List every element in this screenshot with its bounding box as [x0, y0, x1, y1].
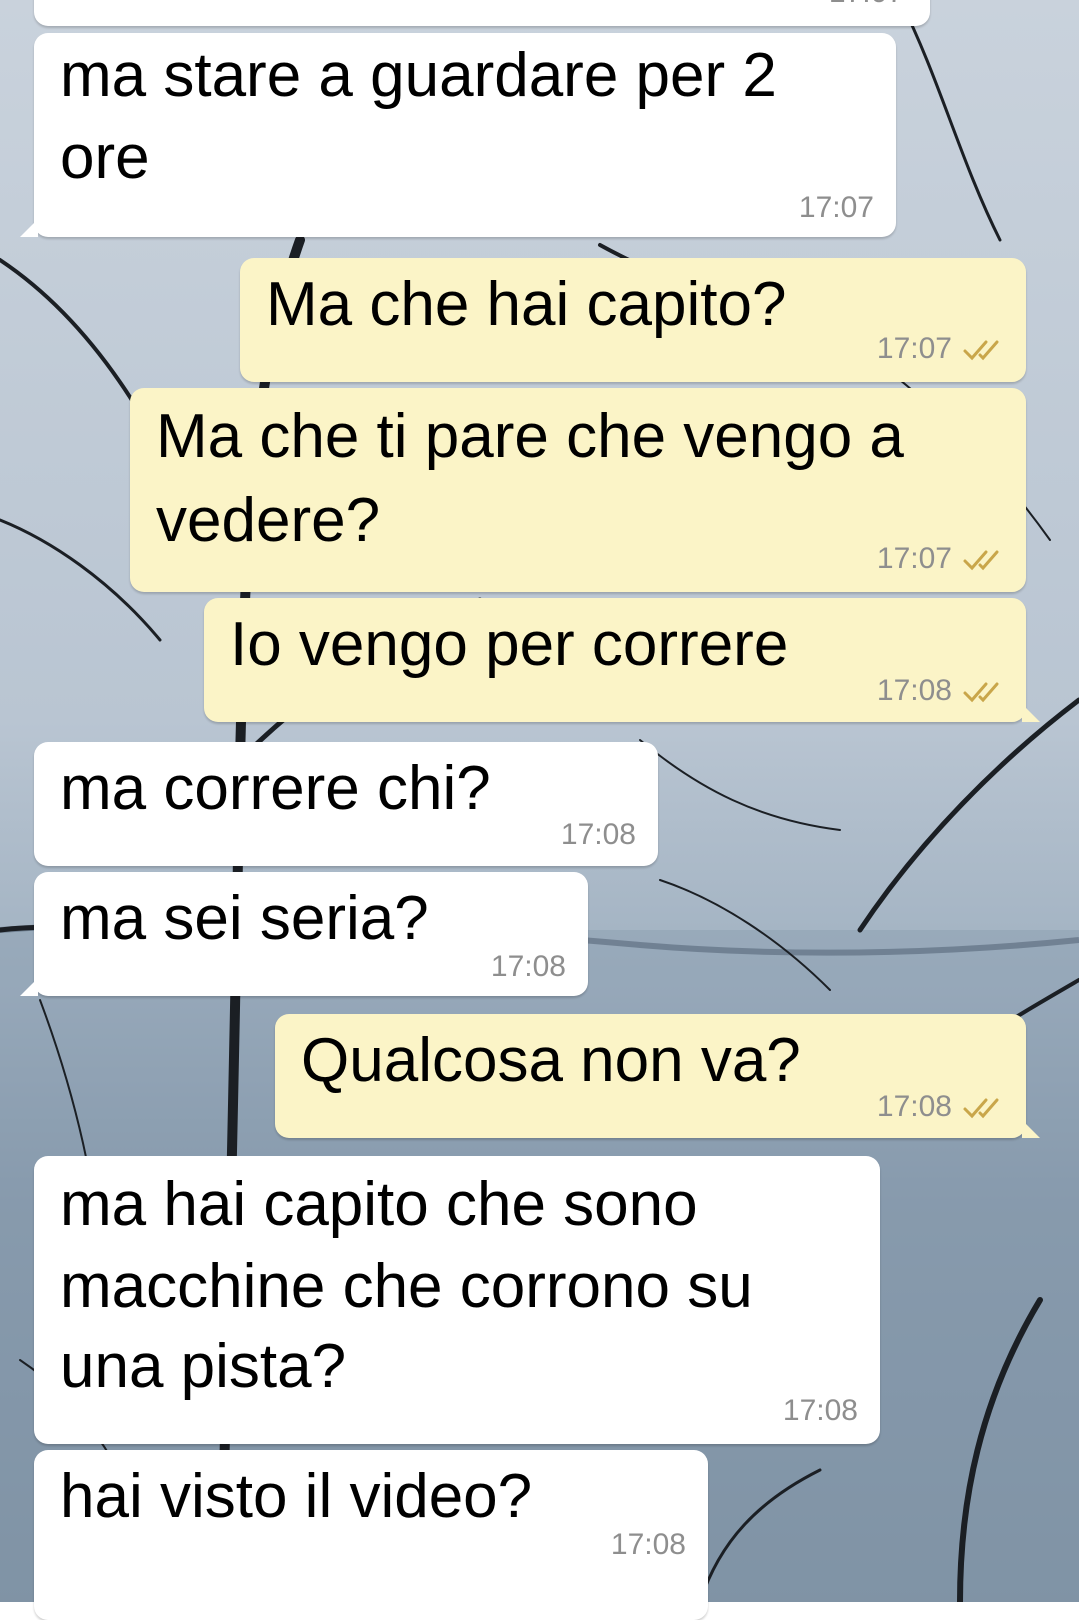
- message-timestamp: 17:07: [876, 332, 952, 365]
- message-text: ore: [60, 123, 150, 192]
- message-meta: 17:07: [829, 0, 904, 10]
- message-meta: 17:08: [491, 950, 566, 984]
- message-timestamp: 17:08: [610, 1528, 686, 1561]
- incoming-message-bubble[interactable]: ma correre chi? 17:08: [34, 742, 658, 866]
- message-meta: 17:08: [877, 1090, 1008, 1124]
- message-text: una pista?: [60, 1332, 347, 1401]
- message-meta: 17:07: [877, 332, 1008, 366]
- message-meta: 17:08: [877, 674, 1008, 708]
- message-meta: 17:08: [783, 1394, 858, 1428]
- double-check-icon: [963, 550, 999, 571]
- message-text: macchine che corrono su: [60, 1252, 753, 1321]
- incoming-message-bubble[interactable]: ma stare a guardare per 2 ore 17:07: [20, 33, 896, 237]
- message-timestamp: 17:07: [798, 191, 874, 224]
- message-timestamp: 17:07: [876, 542, 952, 575]
- message-text: ma sei seria?: [60, 884, 429, 953]
- incoming-message-bubble[interactable]: ma hai capito che sono macchine che corro…: [34, 1156, 880, 1444]
- message-timestamp: 17:08: [782, 1394, 858, 1427]
- message-meta: 17:07: [877, 542, 1008, 576]
- message-timestamp: 17:07: [829, 0, 904, 9]
- message-text: Ma che hai capito?: [266, 270, 787, 339]
- message-text: ma stare a guardare per 2: [60, 41, 777, 110]
- message-meta: 17:08: [611, 1528, 686, 1562]
- outgoing-message-bubble[interactable]: Io vengo per correre 17:08: [204, 598, 1040, 722]
- message-timestamp: 17:08: [560, 818, 636, 851]
- outgoing-message-bubble[interactable]: Qualcosa non va? 17:08: [275, 1014, 1040, 1138]
- outgoing-message-bubble[interactable]: Ma che ti pare che vengo a vedere? 17:07: [130, 388, 1026, 592]
- message-text: ma correre chi?: [60, 754, 491, 823]
- message-text: vedere?: [156, 486, 381, 555]
- message-text: ma hai capito che sono: [60, 1170, 698, 1239]
- message-text: Qualcosa non va?: [301, 1026, 801, 1095]
- message-text: Ma che ti pare che vengo a: [156, 402, 904, 471]
- incoming-message-bubble[interactable]: 17:07: [34, 0, 930, 26]
- message-meta: 17:07: [799, 191, 874, 225]
- double-check-icon: [963, 340, 999, 361]
- message-text: Io vengo per correre: [230, 610, 789, 679]
- incoming-message-bubble[interactable]: hai visto il video? 17:08: [34, 1450, 708, 1620]
- message-timestamp: 17:08: [876, 674, 952, 707]
- double-check-icon: [963, 682, 999, 703]
- double-check-icon: [963, 1098, 999, 1119]
- message-timestamp: 17:08: [876, 1090, 952, 1123]
- incoming-message-bubble[interactable]: ma sei seria? 17:08: [20, 872, 588, 996]
- message-timestamp: 17:08: [490, 950, 566, 983]
- message-meta: 17:08: [561, 818, 636, 852]
- outgoing-message-bubble[interactable]: Ma che hai capito? 17:07: [240, 258, 1026, 382]
- message-text: hai visto il video?: [60, 1462, 533, 1531]
